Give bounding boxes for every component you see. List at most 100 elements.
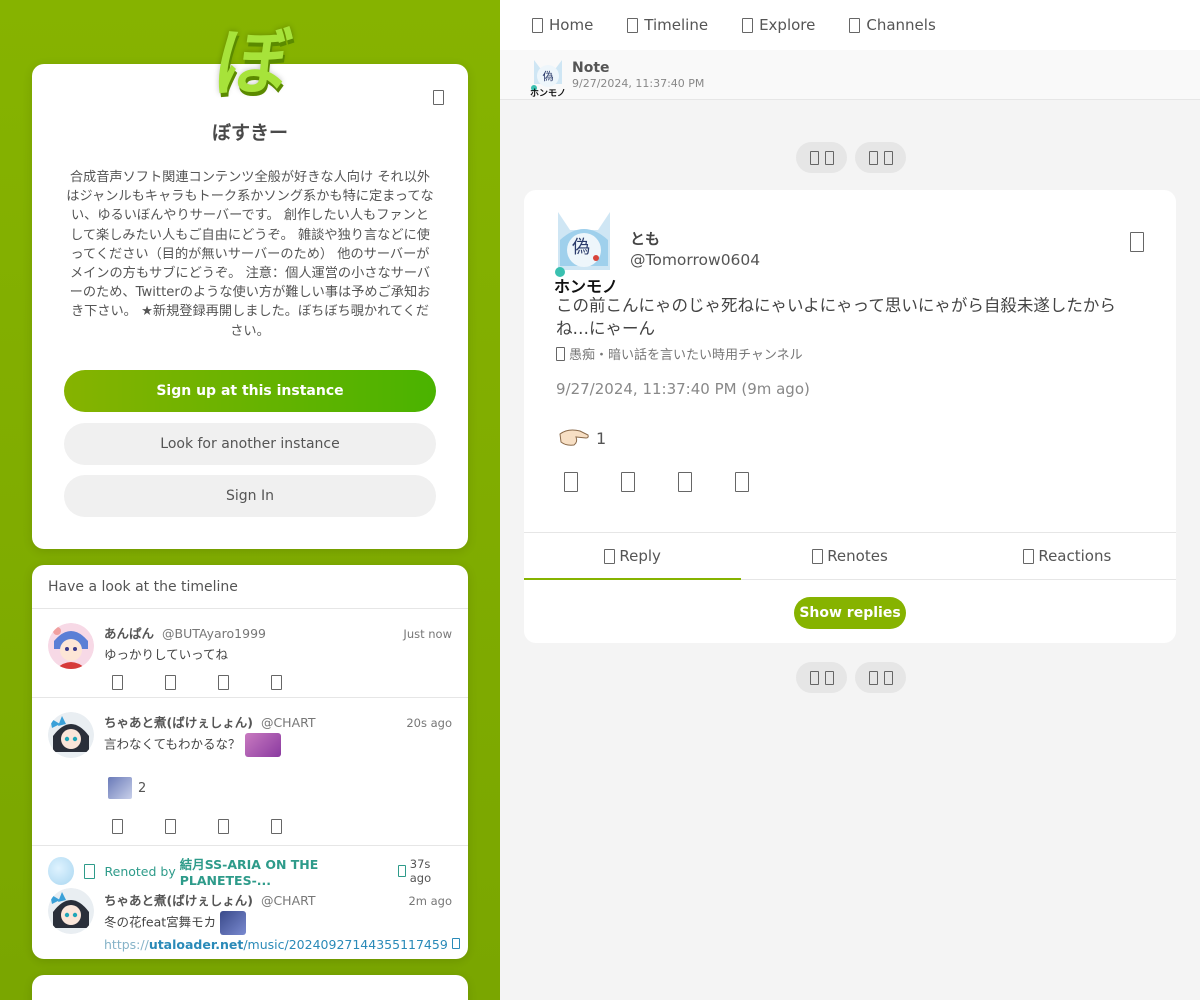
renote-time[interactable]: 37s ago: [410, 857, 452, 885]
note-time[interactable]: 20s ago: [406, 716, 452, 730]
more-icon[interactable]: [271, 819, 282, 834]
tab-reactions[interactable]: Reactions: [959, 533, 1176, 579]
external-link-icon: [451, 938, 460, 949]
avatar[interactable]: 偽 ホンモノ: [528, 54, 568, 99]
renote-icon[interactable]: [621, 472, 635, 492]
note-author-username[interactable]: @BUTAyaro1999: [162, 626, 266, 641]
renote-icon[interactable]: [165, 675, 176, 690]
show-replies-button[interactable]: Show replies: [794, 597, 906, 629]
reply-icon: [604, 548, 616, 564]
tab-reply[interactable]: Reply: [524, 533, 742, 580]
avatar[interactable]: [48, 623, 94, 669]
reply-icon[interactable]: [564, 472, 578, 492]
avatar[interactable]: [48, 888, 94, 934]
instance-name: ぼすきー: [211, 122, 288, 144]
svg-text:偽: 偽: [543, 69, 554, 83]
chevron-down-icon: [824, 670, 834, 685]
instance-panel: ぼ ぼすきー 合成音声ソフト関連コンテンツ全般が好きな人向け それ以外はジャンル…: [0, 0, 500, 1000]
note-text: 言わなくてもわかるな？: [104, 736, 241, 752]
reaction-icon: [1023, 548, 1035, 564]
chevron-up-icon: [883, 150, 893, 165]
next-note-button[interactable]: [855, 662, 906, 693]
signup-button[interactable]: Sign up at this instance: [64, 370, 436, 412]
timeline-renote[interactable]: Renoted by 結月SS-ARIA ON THE PLANETES-...…: [32, 846, 468, 959]
reaction-count: 1: [596, 428, 607, 448]
note-time[interactable]: 2m ago: [408, 894, 452, 908]
prev-note-button[interactable]: [796, 662, 847, 693]
note-text: 冬の花feat宮舞モカ: [104, 914, 217, 930]
note-time[interactable]: Just now: [403, 627, 452, 641]
find-instance-button[interactable]: Look for another instance: [64, 423, 436, 465]
nav-channels[interactable]: Channels: [849, 16, 936, 34]
note-text-line: 言わなくてもわかるな？: [104, 733, 452, 757]
reaction-chip[interactable]: 2: [104, 777, 452, 799]
avatar[interactable]: [48, 712, 94, 758]
note-channel-name: 愚痴・暗い話を言いたい時用チャンネル: [569, 348, 803, 363]
more-icon[interactable]: [271, 675, 282, 690]
renoter-name[interactable]: 結月SS-ARIA ON THE PLANETES-...: [180, 854, 398, 888]
note-tabs: Reply Renotes Reactions: [524, 532, 1176, 580]
note-text: ゆっかりしていってね: [104, 647, 229, 662]
note-author-name[interactable]: あんぱん: [104, 623, 154, 642]
renote-icon[interactable]: [165, 819, 176, 834]
nav-explore[interactable]: Explore: [742, 16, 815, 34]
reply-icon[interactable]: [112, 819, 123, 834]
nav-home-label: Home: [549, 16, 594, 34]
globe-icon: [398, 865, 406, 877]
timeline-note[interactable]: あんぱん @BUTAyaro1999 Just now ゆっかりしていってね: [32, 609, 468, 698]
logo-glyph: ぼ: [209, 20, 296, 106]
renote-prefix: Renoted by: [104, 863, 180, 879]
timeline-note[interactable]: ちゃあと煮(ばけぇしょん) @CHART 20s ago 言わなくてもわかるな？…: [32, 698, 468, 846]
signin-button[interactable]: Sign In: [64, 475, 436, 517]
note-author-name[interactable]: ちゃあと煮(ばけぇしょん): [104, 712, 253, 731]
instance-logo: ぼ: [205, 18, 300, 108]
pointing-hand-icon: [559, 429, 589, 446]
next-note-button[interactable]: [855, 142, 906, 173]
chevron-down-icon: [809, 670, 819, 685]
more-icon[interactable]: [735, 472, 749, 492]
more-menu-icon[interactable]: [433, 90, 444, 105]
svg-text:ホンモノ: ホンモノ: [530, 88, 566, 98]
note-link[interactable]: https://utaloader.net/music/202409271443…: [104, 937, 460, 952]
custom-emoji-icon: [220, 911, 247, 935]
renote-icon: [84, 863, 95, 879]
reaction-icon[interactable]: [218, 819, 229, 834]
note-actions: [104, 675, 452, 690]
reaction-count: 2: [138, 780, 147, 796]
note-author-username[interactable]: @Tomorrow0604: [630, 251, 760, 269]
reply-icon[interactable]: [112, 675, 123, 690]
timeline-icon: [627, 17, 639, 33]
renoter-avatar[interactable]: [48, 857, 75, 885]
note-author-username[interactable]: @CHART: [261, 893, 316, 908]
channel-icon: [556, 346, 565, 361]
link-host: utaloader.net: [148, 937, 244, 952]
nav-channels-label: Channels: [866, 16, 936, 34]
note-author-name[interactable]: ちゃあと煮(ばけぇしょん): [104, 890, 253, 909]
top-navigation: Home Timeline Explore Channels: [500, 0, 1200, 50]
chevron-down-icon: [868, 670, 878, 685]
more-menu-icon[interactable]: [1130, 232, 1144, 252]
nav-home[interactable]: Home: [532, 16, 593, 34]
svg-text:偽: 偽: [572, 237, 590, 258]
tab-reply-label: Reply: [619, 547, 661, 565]
reaction-icon[interactable]: [218, 675, 229, 690]
nav-explore-label: Explore: [759, 16, 816, 34]
note-author-name[interactable]: とも: [630, 228, 660, 249]
note-actions: [564, 472, 749, 492]
page-date: 9/27/2024, 11:37:40 PM: [572, 77, 705, 90]
instance-description: 合成音声ソフト関連コンテンツ全般が好きな人向け それ以外はジャンルもキャラもトー…: [66, 170, 434, 339]
note-author-username[interactable]: @CHART: [261, 715, 316, 730]
tab-renotes[interactable]: Renotes: [741, 533, 958, 579]
link-path: /music/20240927144355117459: [243, 937, 448, 952]
reaction-icon[interactable]: [678, 472, 692, 492]
tab-renotes-label: Renotes: [827, 547, 888, 565]
note-date[interactable]: 9/27/2024, 11:37:40 PM (9m ago): [556, 380, 810, 398]
timeline-header: Have a look at the timeline: [32, 565, 468, 609]
avatar[interactable]: 偽 ホンモノ: [552, 210, 618, 296]
chevron-up-icon: [868, 150, 878, 165]
note-channel[interactable]: 愚痴・暗い話を言いたい時用チャンネル: [556, 344, 803, 363]
renote-icon: [812, 548, 824, 564]
nav-timeline[interactable]: Timeline: [627, 16, 708, 34]
prev-note-button[interactable]: [796, 142, 847, 173]
reaction-chip[interactable]: 1: [558, 426, 606, 450]
